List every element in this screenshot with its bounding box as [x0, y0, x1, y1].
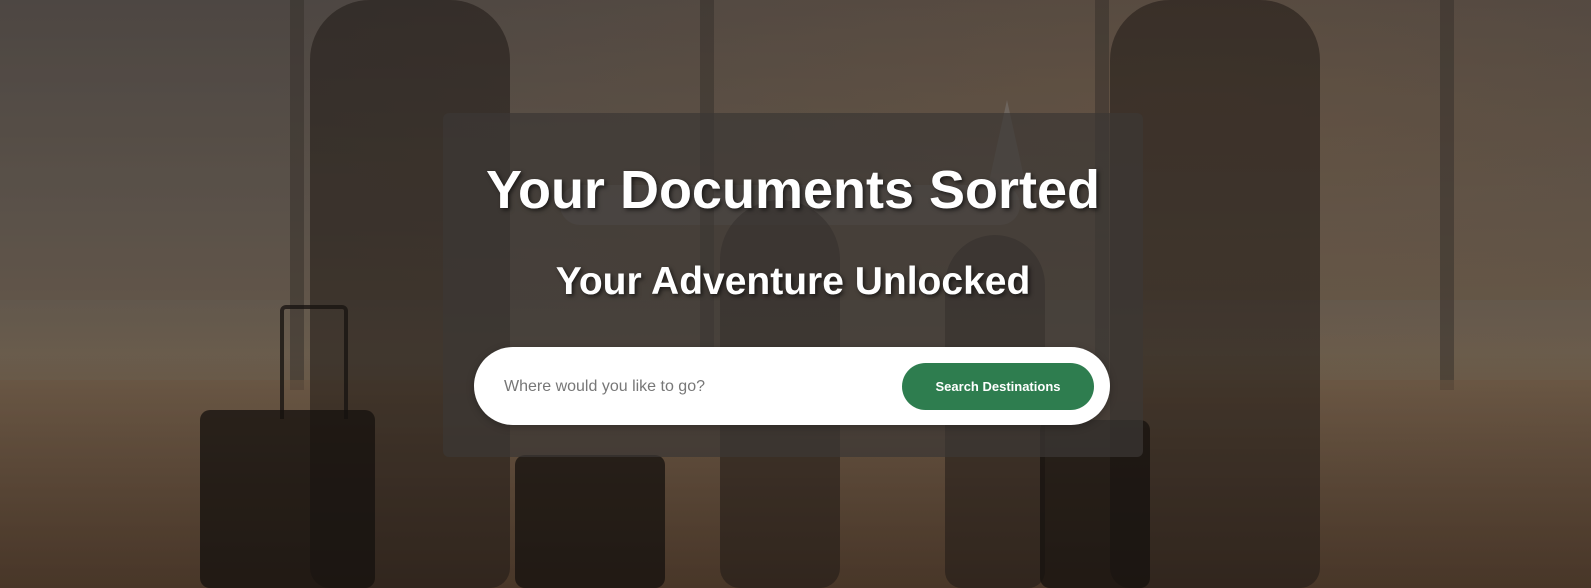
hero-section: Your Documents Sorted Your Adventure Unl… [0, 0, 1591, 588]
hero-subtitle: Your Adventure Unlocked [555, 260, 1031, 303]
search-bar: Search Destinations [474, 347, 1110, 425]
destination-search-input[interactable] [502, 366, 876, 408]
hero-title: Your Documents Sorted [485, 160, 1101, 220]
search-destinations-button[interactable]: Search Destinations [902, 363, 1094, 410]
